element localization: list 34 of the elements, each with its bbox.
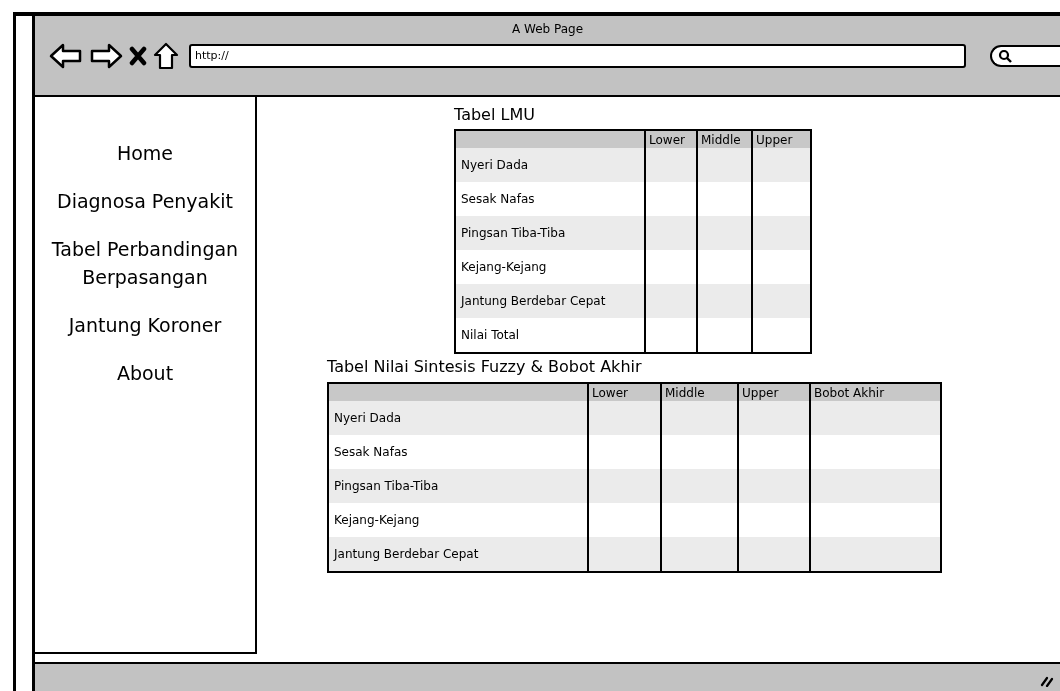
- address-field[interactable]: http://: [189, 44, 966, 68]
- table-title: Tabel Nilai Sintesis Fuzzy & Bobot Akhir: [327, 357, 643, 377]
- row-label: Kejang-Kejang: [455, 250, 645, 284]
- row-label: Pingsan Tiba-Tiba: [455, 216, 645, 250]
- sidebar-link[interactable]: Jantung Koroner: [60, 311, 230, 339]
- column-header: Lower: [645, 130, 697, 148]
- close-icon[interactable]: [129, 45, 147, 67]
- row-label: Sesak Nafas: [455, 182, 645, 216]
- row-label: Kejang-Kejang: [328, 503, 588, 537]
- row-label: Nyeri Dada: [328, 401, 588, 435]
- row-label: Nilai Total: [455, 318, 645, 353]
- sidebar-link[interactable]: Diagnosa Penyakit: [49, 187, 241, 215]
- back-arrow-icon[interactable]: [49, 43, 83, 69]
- column-header: Middle: [697, 130, 752, 148]
- row-label: Sesak Nafas: [328, 435, 588, 469]
- column-header: Upper: [738, 383, 810, 401]
- row-label: Jantung Berdebar Cepat: [455, 284, 645, 318]
- row-label: Jantung Berdebar Cepat: [328, 537, 588, 572]
- column-header: Upper: [752, 130, 811, 148]
- sidebar-link[interactable]: Tabel Perbandingan Berpasangan: [35, 235, 255, 291]
- sidebar-link[interactable]: About: [108, 359, 182, 387]
- column-header: Bobot Akhir: [810, 383, 941, 401]
- table-title: Tabel LMU: [454, 105, 536, 125]
- column-header: Lower: [588, 383, 661, 401]
- column-header: Middle: [661, 383, 738, 401]
- row-label: Nyeri Dada: [455, 148, 645, 182]
- forward-arrow-icon[interactable]: [89, 43, 123, 69]
- search-icon: [998, 49, 1012, 63]
- row-label: Pingsan Tiba-Tiba: [328, 469, 588, 503]
- resize-grip-icon[interactable]: [1040, 675, 1054, 687]
- sidebar-link[interactable]: Home: [108, 139, 182, 167]
- window-title: A Web Page: [510, 21, 585, 36]
- home-icon[interactable]: [153, 42, 179, 70]
- search-field[interactable]: [990, 45, 1060, 67]
